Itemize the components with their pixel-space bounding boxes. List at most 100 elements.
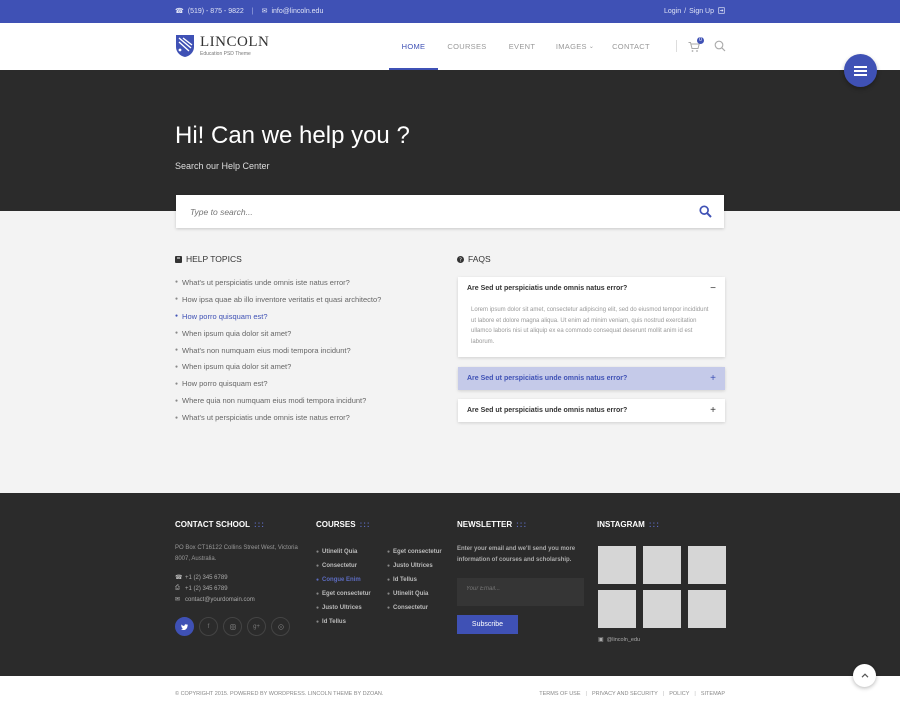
bullet-icon: ● <box>387 605 391 611</box>
nav-home[interactable]: HOME <box>389 23 438 70</box>
svg-text:?: ? <box>459 257 462 262</box>
sitemap-link[interactable]: SITEMAP <box>701 691 725 697</box>
header-tools: 0 <box>676 37 726 52</box>
bullet-icon: ● <box>175 296 179 303</box>
faq-question[interactable]: Are Sed ut perspiciatis unde omnis natus… <box>458 367 725 390</box>
top-bar: ☎ (519) - 875 - 9822 | ✉ info@lincoln.ed… <box>0 0 900 23</box>
search-icon[interactable] <box>714 40 726 52</box>
collapse-icon[interactable]: − <box>710 283 716 294</box>
bullet-icon: ● <box>316 619 320 625</box>
logo[interactable]: LINCOLN Education PSD Theme <box>175 34 269 58</box>
help-topic-item[interactable]: ● What's ut perspiciatis unde omnis iste … <box>175 274 381 291</box>
help-topic-item[interactable]: ● How porro quisquam est? <box>175 308 381 325</box>
login-slash: / <box>684 8 687 15</box>
help-topic-item[interactable]: ● How porro quisquam est? <box>175 375 381 392</box>
faq-item: Are Sed ut perspiciatis unde omnis natus… <box>458 367 725 390</box>
bullet-icon: ● <box>175 397 179 404</box>
footer-course-link[interactable]: ● Justo Ultrices <box>316 601 371 615</box>
footer-course-link[interactable]: ● Consectetur <box>387 601 442 615</box>
menu-button[interactable] <box>844 54 877 87</box>
help-search-input[interactable] <box>190 204 670 219</box>
instagram-thumbnail[interactable] <box>598 590 636 628</box>
instagram-thumbnail[interactable] <box>598 546 636 584</box>
nav-images[interactable]: IMAGES ⌄ <box>548 23 602 70</box>
footer-address: PO Box CT16122 Collins Street West, Vict… <box>175 545 298 562</box>
link-separator: | <box>585 691 587 697</box>
footer-course-link[interactable]: ● Utinelit Quia <box>387 587 442 601</box>
faq-question[interactable]: Are Sed ut perspiciatis unde omnis natus… <box>458 277 725 300</box>
faq-question[interactable]: Are Sed ut perspiciatis unde omnis natus… <box>458 399 725 422</box>
bullet-icon: ● <box>175 313 179 320</box>
footer: CONTACT SCHOOL::: PO Box CT16122 Collins… <box>0 493 900 676</box>
footer-course-link[interactable]: ● Eget consectetur <box>316 587 371 601</box>
nav-contact[interactable]: CONTACT <box>602 23 660 70</box>
facebook-icon[interactable]: f <box>199 617 218 636</box>
terms-link[interactable]: TERMS OF USE <box>539 691 580 697</box>
footer-course-link[interactable]: ● Congue Enim <box>316 573 371 587</box>
footer-email-row: ✉ contact@yourdomain.com <box>175 594 255 605</box>
help-search-box <box>176 195 724 228</box>
help-topic-item[interactable]: ● What's non numquam eius modi tempora in… <box>175 342 381 359</box>
help-topic-label: Where quia non numquam eius modi tempora… <box>182 396 367 406</box>
instagram-thumbnail[interactable] <box>688 590 726 628</box>
footer-phone[interactable]: +1 (2) 345 6789 <box>185 575 228 581</box>
bullet-icon: ● <box>387 591 391 597</box>
footer-course-link[interactable]: ● Consectetur <box>316 559 371 573</box>
help-topic-item[interactable]: ● What's ut perspiciatis unde omnis iste … <box>175 409 381 426</box>
header-divider <box>676 40 677 52</box>
policy-link[interactable]: POLICY <box>669 691 689 697</box>
twitter-icon[interactable] <box>175 617 194 636</box>
signup-link[interactable]: Sign Up <box>689 8 714 15</box>
top-bar-email[interactable]: info@lincoln.edu <box>271 8 323 15</box>
footer-course-label: Congue Enim <box>322 577 361 583</box>
faq-item-expanded: Are Sed ut perspiciatis unde omnis natus… <box>458 277 725 357</box>
google-plus-icon[interactable]: g+ <box>247 617 266 636</box>
nav-courses[interactable]: COURSES <box>438 23 496 70</box>
back-to-top-button[interactable] <box>853 664 876 687</box>
help-topic-label: What's ut perspiciatis unde omnis iste n… <box>182 277 350 287</box>
footer-course-link[interactable]: ● Id Tellus <box>316 615 371 629</box>
link-separator: | <box>662 691 665 697</box>
footer-course-link[interactable]: ● Justo Ultrices <box>387 559 442 573</box>
top-bar-phone[interactable]: (519) - 875 - 9822 <box>188 8 244 15</box>
cart-button[interactable]: 0 <box>688 37 704 52</box>
expand-icon[interactable]: + <box>710 405 716 416</box>
footer-course-link[interactable]: ● Id Tellus <box>387 573 442 587</box>
instagram-thumbnail[interactable] <box>643 546 681 584</box>
link-separator: | <box>694 691 696 697</box>
search-submit-icon[interactable] <box>699 205 712 218</box>
help-topic-item[interactable]: ● How ipsa quae ab illo inventore veritat… <box>175 291 381 308</box>
title-dots: ::: <box>359 520 371 529</box>
privacy-link[interactable]: PRIVACY AND SECURITY <box>592 691 658 697</box>
bullet-icon: ● <box>175 414 179 421</box>
top-bar-account: Login / Sign Up <box>661 7 725 16</box>
title-dots: ::: <box>516 520 528 529</box>
cart-count-badge: 0 <box>697 37 704 44</box>
expand-icon[interactable]: + <box>710 373 716 384</box>
help-topic-label: How ipsa quae ab illo inventore veritati… <box>182 294 382 304</box>
footer-course-link[interactable]: ● Eget consectetur <box>387 545 442 559</box>
footer-course-label: Consectetur <box>322 563 358 569</box>
hero-section: Hi! Can we help you ? Search our Help Ce… <box>0 70 900 211</box>
bullet-icon: ● <box>387 549 391 555</box>
pinterest-icon[interactable] <box>271 617 290 636</box>
book-icon <box>175 255 182 263</box>
shield-logo-icon <box>176 35 194 57</box>
instagram-thumbnail[interactable] <box>643 590 681 628</box>
instagram-social-icon[interactable] <box>223 617 242 636</box>
instagram-handle[interactable]: @lincoln_edu <box>607 637 640 643</box>
faq-question-text: Are Sed ut perspiciatis unde omnis natus… <box>467 407 628 414</box>
footer-email[interactable]: contact@yourdomain.com <box>185 597 255 603</box>
help-topic-item[interactable]: ● When ipsum quia dolor sit amet? <box>175 325 381 342</box>
instagram-thumbnail[interactable] <box>688 546 726 584</box>
main-nav: HOME COURSES EVENT IMAGES ⌄ CONTACT <box>389 23 660 70</box>
nav-event[interactable]: EVENT <box>496 23 548 70</box>
help-topic-item[interactable]: ● When ipsum quia dolor sit amet? <box>175 358 381 375</box>
subscribe-button[interactable]: Subscribe <box>457 615 518 634</box>
login-link[interactable]: Login <box>664 8 681 15</box>
help-topic-item[interactable]: ● Where quia non numquam eius modi tempor… <box>175 392 381 409</box>
newsletter-email-input[interactable] <box>466 586 576 592</box>
bullet-icon: ● <box>175 380 179 387</box>
footer-course-link[interactable]: ● Utinelit Quia <box>316 545 371 559</box>
bullet-icon: ● <box>316 563 320 569</box>
